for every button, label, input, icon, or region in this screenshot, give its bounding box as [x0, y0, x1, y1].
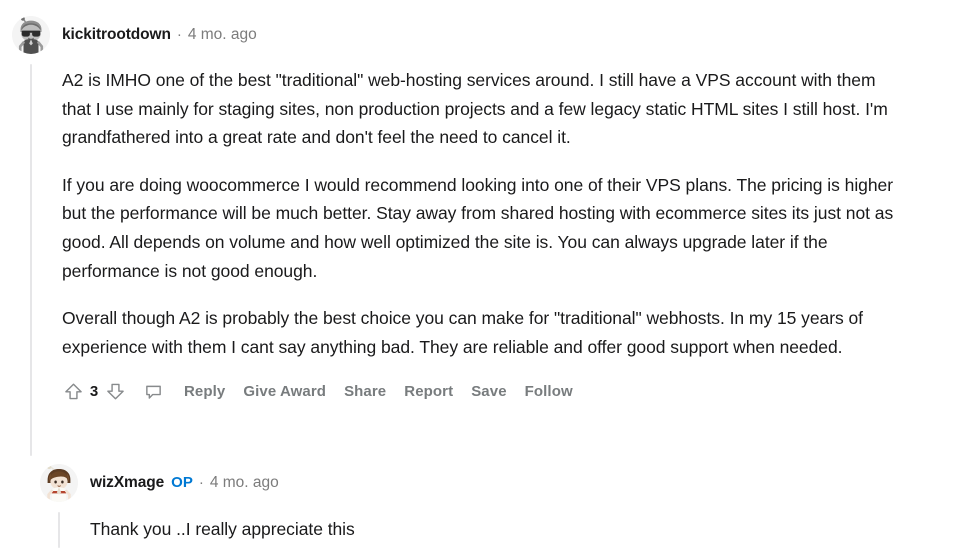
author-line: wizXmage OP · 4 mo. ago [90, 474, 279, 492]
comment-header: kickitrootdown · 4 mo. ago [12, 12, 962, 58]
downvote-arrow-icon[interactable] [102, 378, 128, 404]
comment-paragraph: Thank you ..I really appreciate this [90, 519, 355, 539]
report-button[interactable]: Report [404, 383, 453, 400]
comment-author[interactable]: kickitrootdown [62, 26, 171, 44]
comment-action-bar: 3 Reply Give Award Share Report Save Fol… [60, 374, 962, 408]
comment-timestamp: 4 mo. ago [187, 26, 257, 43]
meta-separator: · [198, 474, 204, 491]
comment-header: wizXmage OP · 4 mo. ago [40, 460, 960, 506]
speech-bubble-icon[interactable] [140, 378, 166, 404]
give-award-button[interactable]: Give Award [243, 383, 326, 400]
author-line: kickitrootdown · 4 mo. ago [62, 26, 257, 44]
snoo-avatar-sunglasses-icon [12, 16, 50, 54]
comment-kickitrootdown: kickitrootdown · 4 mo. ago A2 is IMHO on… [12, 12, 962, 456]
comment-paragraph: Overall though A2 is probably the best c… [62, 308, 863, 357]
comment-body: Thank you ..I really appreciate this [90, 515, 910, 544]
reply-button[interactable]: Reply [184, 383, 225, 400]
upvote-arrow-icon[interactable] [60, 378, 86, 404]
save-button[interactable]: Save [471, 383, 506, 400]
vote-group: 3 [60, 378, 128, 404]
avatar[interactable] [12, 16, 50, 54]
share-button[interactable]: Share [344, 383, 386, 400]
op-badge: OP [171, 474, 193, 491]
comment-body: A2 is IMHO one of the best "traditional"… [62, 66, 907, 361]
thread-collapse-line-level-1[interactable] [30, 64, 32, 456]
meta-separator: · [176, 26, 182, 43]
comment-author[interactable]: wizXmage [90, 474, 164, 492]
vote-score: 3 [89, 382, 99, 400]
comment-timestamp: 4 mo. ago [209, 474, 279, 491]
follow-button[interactable]: Follow [525, 383, 573, 400]
snoo-avatar-brown-hair-icon [40, 464, 78, 502]
comment-paragraph: A2 is IMHO one of the best "traditional"… [62, 70, 888, 148]
comment-paragraph: If you are doing woocommerce I would rec… [62, 174, 894, 281]
comment-wizxmage: wizXmage OP · 4 mo. ago Thank you ..I re… [40, 460, 960, 548]
avatar[interactable] [40, 464, 78, 502]
thread-collapse-line-level-2[interactable] [58, 512, 60, 548]
